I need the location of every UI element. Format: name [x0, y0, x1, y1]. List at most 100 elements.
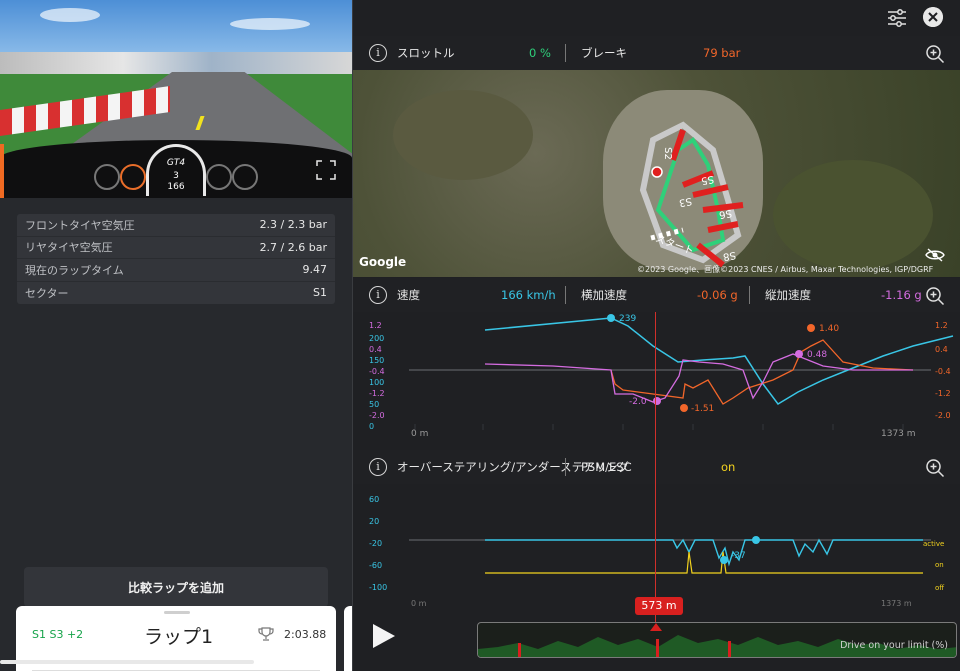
video-cloud — [230, 18, 310, 30]
info-icon[interactable]: i — [369, 458, 387, 476]
speed-g-chart[interactable]: 1.2 200 0.4 150 -0.4 100 -1.2 50 -2.0 0 … — [353, 312, 960, 448]
lap-sectors: S1 S3 +2 — [32, 628, 84, 641]
position-cursor[interactable] — [655, 312, 656, 624]
annotation: 0.48 — [807, 350, 827, 360]
annotation: -1.51 — [691, 404, 714, 414]
mini-gauge-pedal — [206, 164, 232, 190]
y-tick-label: 1.2 — [369, 321, 382, 330]
video-progress-accent — [0, 144, 4, 198]
info-label: リヤタイヤ空気圧 — [25, 241, 113, 255]
trophy-icon — [258, 627, 274, 641]
sector-label: S2 — [661, 147, 673, 160]
y-tick-label: 0.4 — [369, 345, 382, 354]
track-map[interactable]: S2 S5 S3 S6 S8 スタート Google ©2023 Google、… — [353, 70, 960, 277]
google-logo: Google — [359, 255, 407, 269]
lap-title: ラップ1 — [144, 626, 214, 648]
right-panel: i スロットル 0 % ブレーキ 79 bar S2 S5 S3 S6 S8 ス… — [352, 0, 960, 671]
next-lap-card-edge[interactable] — [344, 606, 352, 671]
brake-value: 79 bar — [703, 46, 741, 60]
psm-esc-value: on — [721, 460, 736, 474]
info-label: セクター — [25, 286, 69, 300]
lateral-g-value: -0.06 g — [697, 288, 738, 302]
throttle-brake-header: i スロットル 0 % ブレーキ 79 bar — [353, 36, 960, 70]
longitudinal-g-label: 縦加速度 — [765, 288, 811, 302]
settings-sliders-icon[interactable] — [886, 7, 908, 29]
steering-header: i オーバーステアリング/アンダーステアリング PSM/ESC on — [353, 450, 960, 484]
speed-value: 166 km/h — [501, 288, 556, 302]
y-tick-label: 50 — [369, 400, 379, 409]
right-tick-label: -0.4 — [935, 367, 951, 376]
map-attribution: ©2023 Google、画像©2023 CNES / Airbus, Maxa… — [637, 265, 934, 274]
y-tick-label: -0.4 — [369, 367, 385, 376]
position-badge[interactable]: 573 m — [635, 597, 683, 615]
onboard-video[interactable]: GT4 3 166 — [0, 0, 352, 198]
sector-label: S5 — [700, 172, 715, 187]
header-separator — [749, 286, 750, 304]
header-separator — [565, 286, 566, 304]
mini-gauge-right — [232, 164, 258, 190]
y-tick-label: 20 — [369, 517, 379, 526]
longitudinal-g-value: -1.16 g — [881, 288, 922, 302]
throttle-label: スロットル — [397, 46, 455, 60]
close-icon[interactable] — [923, 7, 943, 27]
lateral-g-label: 横加速度 — [581, 288, 627, 302]
header-separator — [565, 458, 566, 476]
info-value: 2.7 / 2.6 bar — [259, 240, 327, 254]
annotation: -37 — [731, 551, 746, 561]
info-value: S1 — [313, 286, 327, 300]
speed-g-chart-svg: 1.2 200 0.4 150 -0.4 100 -1.2 50 -2.0 0 … — [369, 314, 954, 439]
play-icon[interactable] — [369, 622, 397, 650]
info-icon[interactable]: i — [369, 44, 387, 62]
home-indicator[interactable] — [0, 660, 254, 664]
add-compare-lap-button[interactable]: 比較ラップを追加 — [24, 567, 328, 607]
y-tick-label: 150 — [369, 356, 384, 365]
info-row-front-tyre: フロントタイヤ空気圧 2.3 / 2.3 bar — [17, 214, 335, 237]
y-tick-label: 200 — [369, 334, 384, 343]
right-tick-label: -2.0 — [935, 411, 951, 420]
info-row-rear-tyre: リヤタイヤ空気圧 2.7 / 2.6 bar — [17, 237, 335, 259]
right-tick-label: 0.4 — [935, 345, 948, 354]
gauge-speed: 166 — [167, 182, 185, 192]
sector-label: S8 — [722, 248, 737, 263]
info-row-lap-time: 現在のラップタイム 9.47 — [17, 259, 335, 282]
right-tick-label: active — [923, 540, 944, 548]
brake-label: ブレーキ — [581, 46, 627, 60]
y-tick-label: -60 — [369, 561, 382, 570]
y-tick-label: -2.0 — [369, 411, 385, 420]
zoom-in-icon[interactable] — [925, 286, 945, 306]
sector-label: S6 — [718, 206, 733, 221]
y-tick-label: -20 — [369, 539, 382, 548]
mini-gauge-left — [94, 164, 120, 190]
right-tick-label: off — [935, 584, 944, 592]
fullscreen-icon[interactable] — [316, 160, 336, 180]
right-tick-label: 1.2 — [935, 321, 948, 330]
gauge-gear: 3 — [173, 171, 179, 181]
info-row-sector: セクター S1 — [17, 282, 335, 305]
info-value: 9.47 — [302, 263, 328, 277]
right-tick-label: on — [935, 561, 944, 569]
zoom-in-icon[interactable] — [925, 44, 945, 64]
y-tick-label: 100 — [369, 378, 384, 387]
right-tick-label: -1.2 — [935, 389, 951, 398]
x-axis-end: 1373 m — [881, 599, 912, 608]
info-label: 現在のラップタイム — [25, 263, 124, 277]
speed-label: 速度 — [397, 288, 420, 302]
zoom-in-icon[interactable] — [925, 458, 945, 478]
video-cloud — [40, 8, 100, 22]
drag-handle[interactable] — [164, 611, 190, 614]
gauge-brand: GT4 — [166, 158, 186, 168]
annotation: 239 — [619, 314, 636, 324]
y-tick-label: -100 — [369, 583, 387, 592]
header-separator — [565, 44, 566, 62]
x-axis-start: 0 m — [411, 599, 427, 608]
x-axis-start: 0 m — [411, 429, 428, 439]
annotation: 1.40 — [819, 324, 839, 334]
y-tick-label: 60 — [369, 495, 379, 504]
hide-map-eye-icon[interactable] — [925, 248, 945, 262]
x-axis-end: 1373 m — [881, 429, 916, 439]
lap-timeline[interactable]: Drive on your limit (%) — [477, 622, 957, 658]
sector-label: S3 — [678, 194, 693, 209]
info-icon[interactable]: i — [369, 286, 387, 304]
left-panel: GT4 3 166 フロントタイヤ空気圧 2.3 / 2.3 bar リヤタイヤ… — [0, 0, 352, 671]
lap-time: 2:03.88 — [284, 628, 327, 641]
